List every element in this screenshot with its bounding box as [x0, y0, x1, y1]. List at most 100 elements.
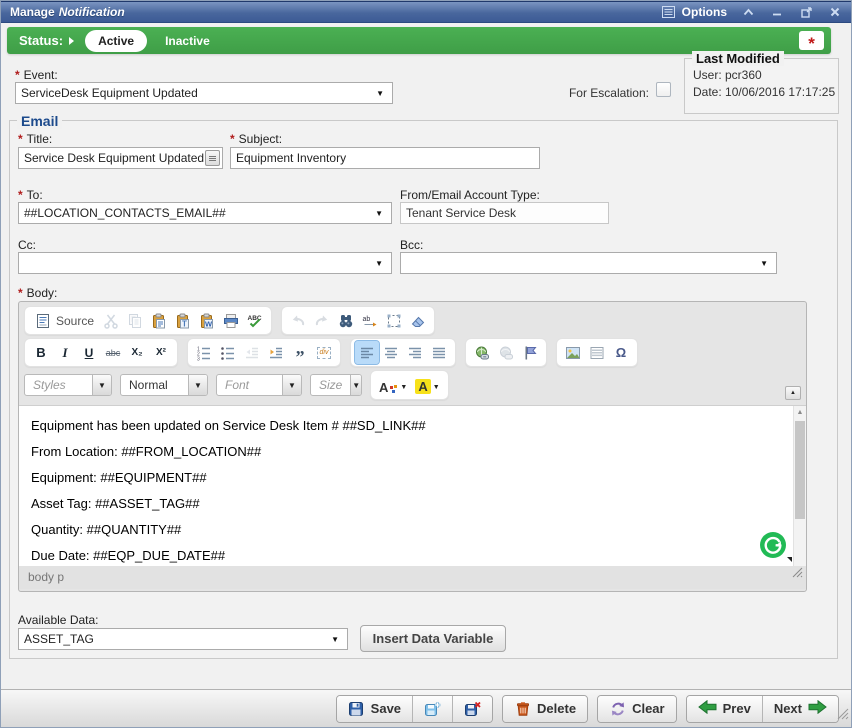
required-marker: * [18, 286, 23, 300]
from-account-input[interactable] [400, 202, 609, 224]
scroll-up-icon[interactable]: ▲ [794, 406, 806, 419]
chevron-down-icon: ▼ [282, 375, 301, 395]
event-select[interactable]: ServiceDesk Equipment Updated ▼ [15, 82, 393, 104]
select-all-button[interactable] [382, 309, 406, 332]
source-button[interactable]: Source [29, 309, 99, 332]
chevron-down-icon: ▼ [760, 259, 768, 268]
required-marker: * [18, 188, 23, 202]
table-button[interactable] [585, 341, 609, 364]
last-modified-user: User: pcr360 [693, 68, 838, 82]
print-button[interactable] [219, 309, 243, 332]
collapse-icon[interactable] [740, 4, 756, 20]
minimize-icon[interactable] [769, 4, 785, 20]
text-color-button[interactable]: A ▼ [375, 373, 411, 397]
element-path[interactable]: body p [28, 570, 64, 584]
collapse-toolbar-button[interactable]: ▲ [785, 386, 801, 400]
superscript-button[interactable]: X² [149, 341, 173, 364]
bold-button[interactable]: B [29, 341, 53, 364]
chevron-down-icon: ▼ [433, 384, 440, 391]
window-title-emphasis: Notification [59, 5, 125, 19]
options-button[interactable]: Options [661, 4, 727, 20]
image-icon [565, 345, 582, 361]
paste-from-word-icon: W [199, 313, 216, 329]
anchor-icon [522, 345, 539, 361]
prev-next-button-group: Prev Next [686, 695, 839, 723]
anchor-button[interactable] [518, 341, 542, 364]
strikethrough-icon: abc [105, 345, 122, 361]
background-color-button[interactable]: A ▼ [411, 373, 443, 397]
window-resize-grip[interactable] [837, 707, 849, 725]
for-escalation-checkbox[interactable] [656, 82, 671, 97]
title-input[interactable]: Service Desk Equipment Updated [18, 147, 223, 169]
insert-data-variable-button[interactable]: Insert Data Variable [360, 625, 506, 652]
delete-label: Delete [537, 701, 576, 716]
bulleted-list-button[interactable] [216, 341, 240, 364]
editor-content-area[interactable]: Equipment has been updated on Service De… [19, 406, 806, 566]
styles-select[interactable]: Styles▼ [24, 374, 112, 396]
save-button[interactable]: Save [337, 696, 412, 722]
paste-from-word-button[interactable]: W [195, 309, 219, 332]
to-select[interactable]: ##LOCATION_CONTACTS_EMAIL## ▼ [18, 202, 392, 224]
align-left-icon [359, 345, 376, 361]
align-center-button[interactable] [379, 341, 403, 364]
required-marker: * [230, 132, 235, 146]
color-button-group: A ▼ A ▼ [370, 370, 449, 400]
event-label: *Event: [15, 68, 58, 82]
status-option-active[interactable]: Active [85, 30, 147, 52]
font-size-select[interactable]: Size▼ [310, 374, 362, 396]
subject-input[interactable] [230, 147, 540, 169]
remove-format-icon [410, 313, 427, 329]
table-icon [589, 345, 606, 361]
remove-format-button[interactable] [406, 309, 430, 332]
popout-icon[interactable] [798, 4, 814, 20]
special-character-button[interactable]: Ω [609, 341, 633, 364]
body-line: Equipment has been updated on Service De… [31, 418, 786, 434]
status-option-inactive[interactable]: Inactive [165, 34, 210, 48]
align-right-button[interactable] [403, 341, 427, 364]
editor-resize-grip[interactable] [792, 563, 803, 586]
prev-button[interactable]: Prev [687, 696, 762, 722]
toolbar-group: 123 ”div [187, 338, 341, 367]
available-data-select[interactable]: ASSET_TAG ▼ [18, 628, 348, 650]
body-label: *Body: [18, 286, 57, 300]
editor-scrollbar[interactable]: ▲ [793, 406, 806, 566]
arrow-right-icon [808, 700, 827, 717]
close-icon[interactable] [827, 4, 843, 20]
spell-check-button[interactable]: ABC [243, 309, 267, 332]
div-container-button[interactable]: div [312, 341, 336, 364]
next-label: Next [774, 701, 802, 716]
paste-button[interactable] [147, 309, 171, 332]
superscript-icon: X² [153, 345, 170, 361]
align-left-button[interactable] [355, 341, 379, 364]
link-button[interactable] [470, 341, 494, 364]
strikethrough-button[interactable]: abc [101, 341, 125, 364]
align-justify-button[interactable] [427, 341, 451, 364]
paste-plain-text-button[interactable]: T [171, 309, 195, 332]
save-and-new-button[interactable] [412, 696, 452, 722]
image-button[interactable] [561, 341, 585, 364]
blockquote-button[interactable]: ” [288, 341, 312, 364]
underline-button[interactable]: U [77, 341, 101, 364]
font-select[interactable]: Font▼ [216, 374, 302, 396]
italic-button[interactable]: I [53, 341, 77, 364]
save-and-close-button[interactable] [452, 696, 492, 722]
cc-select[interactable]: ▼ [18, 252, 392, 274]
numbered-list-button[interactable]: 123 [192, 341, 216, 364]
subscript-button[interactable]: X₂ [125, 341, 149, 364]
grammarly-icon[interactable] [759, 531, 789, 561]
required-badge[interactable]: * [799, 31, 824, 50]
find-button[interactable] [334, 309, 358, 332]
replace-button[interactable]: ab [358, 309, 382, 332]
toolbar-group [350, 338, 456, 367]
bcc-select[interactable]: ▼ [400, 252, 777, 274]
paragraph-format-select[interactable]: Normal▼ [120, 374, 208, 396]
clear-button[interactable]: Clear [598, 696, 676, 722]
next-button[interactable]: Next [762, 696, 838, 722]
scrollbar-thumb[interactable] [795, 421, 805, 519]
increase-indent-button[interactable] [264, 341, 288, 364]
editor-toolbar-row-1: Source TW ABC ab [24, 306, 801, 335]
toolbar-group: ab [281, 306, 435, 335]
trash-icon [514, 701, 531, 717]
title-expand-button[interactable] [205, 150, 220, 166]
delete-button[interactable]: Delete [503, 696, 587, 722]
